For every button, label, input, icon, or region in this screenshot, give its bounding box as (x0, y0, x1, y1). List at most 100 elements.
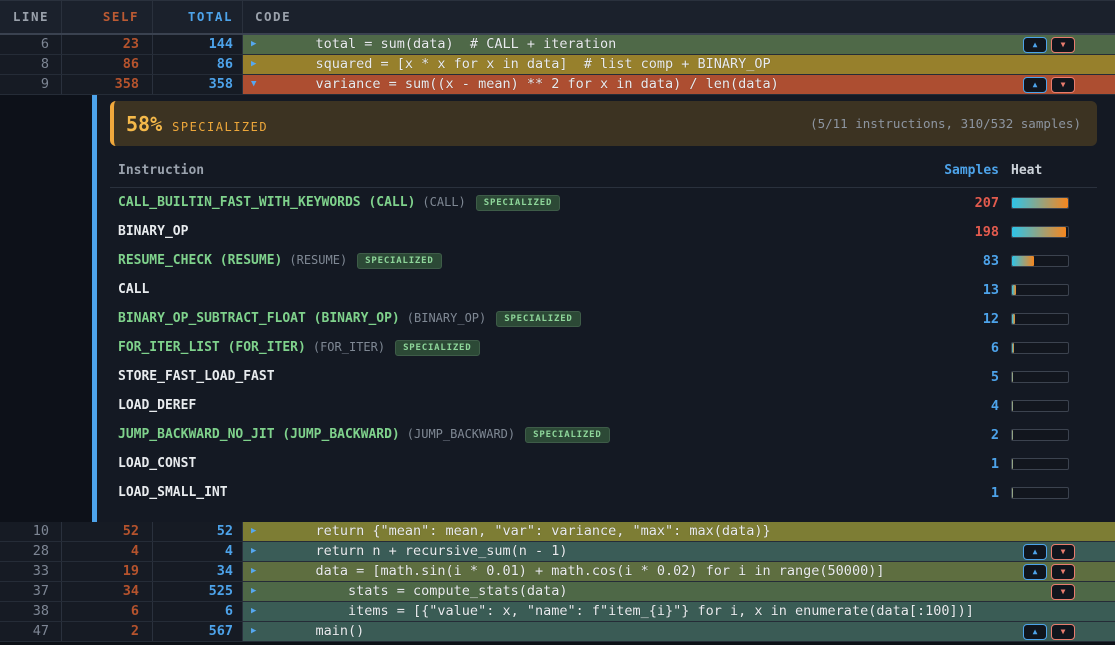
code-cell[interactable]: ▶ return {"mean": mean, "var": variance,… (243, 522, 1115, 541)
heat-bar-fill (1012, 256, 1034, 266)
code-cell[interactable]: ▶ return n + recursive_sum(n - 1)▲▼ (243, 542, 1115, 561)
opcode-name: LOAD_CONST (118, 456, 196, 471)
samples-value: 207 (909, 195, 999, 211)
specialization-summary: (5/11 instructions, 310/532 samples) (810, 116, 1081, 131)
expand-triangle-icon[interactable]: ▶ (251, 522, 265, 541)
line-number-cell: 38 (0, 602, 62, 621)
heat-bar-fill (1012, 314, 1015, 324)
heat-bar-fill (1012, 198, 1068, 208)
line-number-cell: 9 (0, 75, 62, 94)
code-row[interactable]: 3734525▶ stats = compute_stats(data)▼ (0, 582, 1115, 602)
instruction-name: CALL (110, 282, 909, 297)
code-cell[interactable]: ▶ stats = compute_stats(data)▼ (243, 582, 1115, 601)
code-cell[interactable]: ▶ squared = [x * x for x in data] # list… (243, 55, 1115, 74)
specialized-badge: SPECIALIZED (525, 427, 609, 443)
move-up-button[interactable]: ▲ (1023, 544, 1047, 560)
code-text: main() (283, 622, 364, 641)
samples-value: 13 (909, 282, 999, 298)
total-samples-cell: 358 (153, 75, 243, 94)
self-samples-cell: 6 (62, 602, 153, 621)
total-samples-cell: 52 (153, 522, 243, 541)
expand-triangle-icon[interactable]: ▶ (251, 55, 265, 74)
move-down-button[interactable]: ▼ (1051, 37, 1075, 53)
code-cell[interactable]: ▶ total = sum(data) # CALL + iteration ▲▼ (243, 35, 1115, 54)
code-row[interactable]: 331934▶ data = [math.sin(i * 0.01) + mat… (0, 562, 1115, 582)
line-number-cell: 8 (0, 55, 62, 74)
specialized-percent: 58% (126, 112, 162, 136)
opcode-name: BINARY_OP (118, 224, 188, 239)
code-text: squared = [x * x for x in data] # list c… (283, 55, 771, 74)
self-samples-cell: 358 (62, 75, 153, 94)
base-opcode: (JUMP_BACKWARD) (407, 427, 515, 441)
instruction-name: CALL_BUILTIN_FAST_WITH_KEYWORDS (CALL)(C… (110, 195, 909, 211)
code-row[interactable]: 88686▶ squared = [x * x for x in data] #… (0, 55, 1115, 75)
move-down-button[interactable]: ▼ (1051, 77, 1075, 93)
code-row[interactable]: 472567▶ main()▲▼ (0, 622, 1115, 642)
table-header-row: LINE SELF TOTAL CODE (0, 0, 1115, 35)
opcode-name: JUMP_BACKWARD_NO_JIT (JUMP_BACKWARD) (118, 427, 400, 442)
expand-triangle-icon[interactable]: ▶ (251, 622, 265, 641)
total-samples-cell: 6 (153, 602, 243, 621)
heat-bar (1011, 284, 1069, 296)
code-row[interactable]: 2844▶ return n + recursive_sum(n - 1)▲▼ (0, 542, 1115, 562)
move-up-button[interactable]: ▲ (1023, 77, 1047, 93)
samples-column-header: Samples (909, 163, 999, 178)
samples-value: 5 (909, 369, 999, 385)
move-down-button[interactable]: ▼ (1051, 564, 1075, 580)
code-row[interactable]: 105252▶ return {"mean": mean, "var": var… (0, 522, 1115, 542)
move-up-button[interactable]: ▲ (1023, 37, 1047, 53)
collapse-triangle-icon[interactable]: ▼ (251, 75, 265, 94)
heat-bar-fill (1012, 372, 1013, 382)
code-row[interactable]: 623144▶ total = sum(data) # CALL + itera… (0, 35, 1115, 55)
code-cell[interactable]: ▶ main() ▲▼ (243, 622, 1115, 641)
samples-value: 6 (909, 340, 999, 356)
heat-bar-fill (1012, 459, 1013, 469)
code-text: total = sum(data) # CALL + iteration (283, 35, 616, 54)
total-samples-cell: 4 (153, 542, 243, 561)
move-up-button[interactable]: ▲ (1023, 564, 1047, 580)
specialized-badge: SPECIALIZED (476, 195, 560, 211)
specialization-banner-left: 58%SPECIALIZED (126, 112, 268, 136)
self-column-header: SELF (62, 1, 153, 33)
row-actions: ▼ (1051, 584, 1075, 600)
row-actions: ▲▼ (1023, 624, 1075, 640)
instruction-row: JUMP_BACKWARD_NO_JIT (JUMP_BACKWARD) (JUM… (110, 420, 1097, 449)
panel-content: 58%SPECIALIZED (5/11 instructions, 310/5… (97, 95, 1115, 522)
move-up-button[interactable]: ▲ (1023, 624, 1047, 640)
base-opcode: (BINARY_OP) (407, 311, 486, 325)
heat-bar (1011, 226, 1069, 238)
expand-triangle-icon[interactable]: ▶ (251, 35, 265, 54)
heat-bar (1011, 255, 1069, 267)
self-samples-cell: 23 (62, 35, 153, 54)
instruction-row: BINARY_OP_SUBTRACT_FLOAT (BINARY_OP)(BIN… (110, 304, 1097, 333)
code-row[interactable]: 9358358▼ variance = sum((x - mean) ** 2 … (0, 75, 1115, 95)
instruction-name: RESUME_CHECK (RESUME)(RESUME)SPECIALIZED (110, 253, 909, 269)
instruction-name: LOAD_SMALL_INT (110, 485, 909, 500)
code-cell[interactable]: ▶ items = [{"value": x, "name": f"item_{… (243, 602, 1115, 621)
code-text: return {"mean": mean, "var": variance, "… (283, 522, 771, 541)
expand-triangle-icon[interactable]: ▶ (251, 582, 265, 601)
expand-triangle-icon[interactable]: ▶ (251, 562, 265, 581)
total-samples-cell: 525 (153, 582, 243, 601)
move-down-button[interactable]: ▼ (1051, 624, 1075, 640)
move-down-button[interactable]: ▼ (1051, 584, 1075, 600)
heat-bar-fill (1012, 285, 1016, 295)
self-samples-cell: 52 (62, 522, 153, 541)
code-cell[interactable]: ▶ data = [math.sin(i * 0.01) + math.cos(… (243, 562, 1115, 581)
instruction-name: LOAD_DEREF (110, 398, 909, 413)
samples-value: 83 (909, 253, 999, 269)
line-number-cell: 33 (0, 562, 62, 581)
opcode-name: STORE_FAST_LOAD_FAST (118, 369, 275, 384)
code-cell[interactable]: ▼ variance = sum((x - mean) ** 2 for x i… (243, 75, 1115, 94)
line-number-cell: 6 (0, 35, 62, 54)
instruction-column-header: Instruction (110, 163, 909, 178)
expand-triangle-icon[interactable]: ▶ (251, 602, 265, 621)
code-row[interactable]: 3866▶ items = [{"value": x, "name": f"it… (0, 602, 1115, 622)
move-down-button[interactable]: ▼ (1051, 544, 1075, 560)
total-samples-cell: 144 (153, 35, 243, 54)
instruction-row: LOAD_SMALL_INT1 (110, 478, 1097, 507)
code-text: items = [{"value": x, "name": f"item_{i}… (283, 602, 974, 621)
expand-triangle-icon[interactable]: ▶ (251, 542, 265, 561)
self-samples-cell: 19 (62, 562, 153, 581)
instruction-row: LOAD_CONST1 (110, 449, 1097, 478)
